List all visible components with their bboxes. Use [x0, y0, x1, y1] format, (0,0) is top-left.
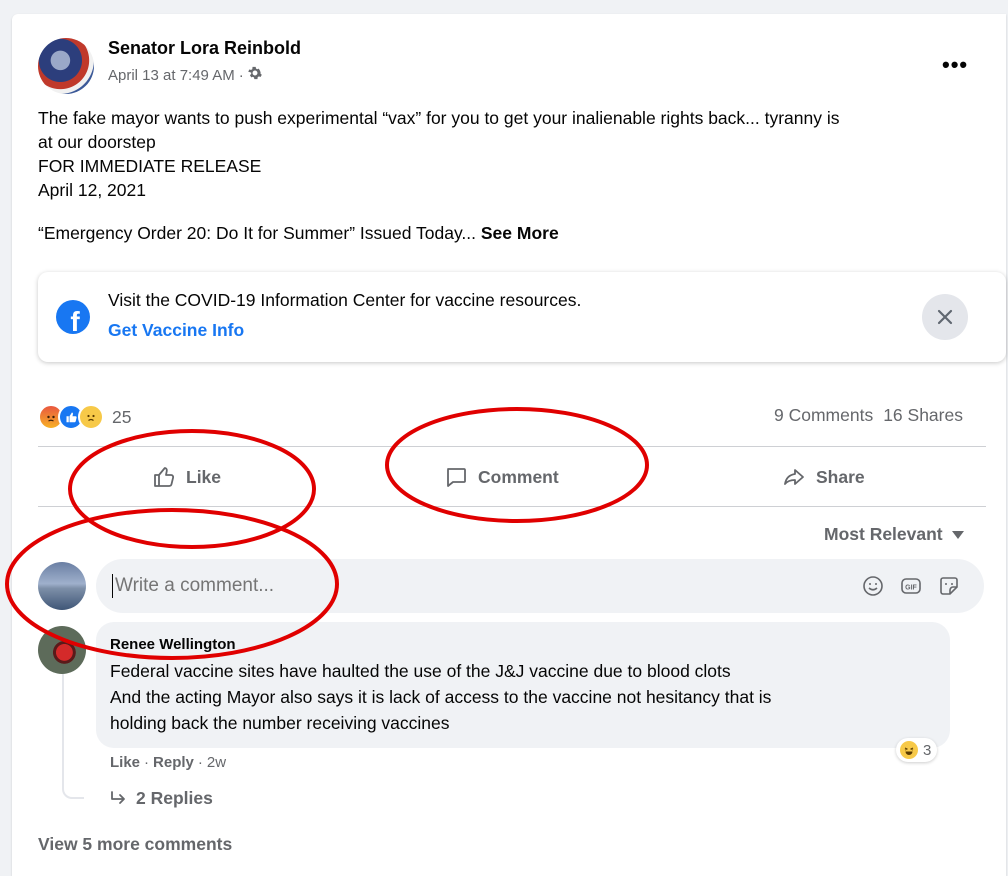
sticker-icon[interactable] [938, 575, 960, 597]
see-more-link[interactable]: See More [481, 223, 559, 243]
comment-icon [447, 468, 466, 487]
comment-input-box[interactable] [96, 559, 984, 613]
gear-icon [247, 66, 262, 84]
comment-text-line: holding back the number receiving vaccin… [110, 713, 450, 733]
separator: · [144, 754, 150, 771]
reaction-count: 25 [112, 406, 132, 427]
comment-reaction-count: 3 [923, 741, 932, 759]
thumbs-up-icon [154, 467, 175, 487]
comment-button[interactable]: Comment [444, 460, 559, 494]
summary-text: “Emergency Order 20: Do It for Summer” I… [38, 223, 476, 243]
emoji-icon[interactable] [862, 575, 884, 597]
share-button[interactable]: Share [782, 460, 865, 494]
comment-text: Federal vaccine sites have haulted the u… [110, 658, 930, 736]
comment-like-link[interactable]: Like [110, 754, 140, 771]
separator: · [197, 754, 203, 771]
more-options-button[interactable]: ••• [942, 52, 968, 78]
shares-count-link[interactable]: 16 Shares [883, 405, 963, 426]
comment-age[interactable]: 2w [207, 754, 226, 771]
write-comment-input[interactable] [112, 574, 717, 598]
like-label: Like [186, 466, 222, 487]
svg-text:GIF: GIF [905, 585, 917, 592]
author-avatar[interactable] [38, 38, 94, 94]
view-more-comments-link[interactable]: View 5 more comments [38, 834, 232, 855]
comment-actions: Like · Reply · 2w [110, 754, 226, 771]
divider [38, 446, 986, 447]
post-card: Senator Lora Reinbold April 13 at 7:49 A… [12, 14, 1006, 876]
comment-bubble: Renee Wellington Federal vaccine sites h… [96, 622, 950, 748]
comment-text-line: And the acting Mayor also says it is lac… [110, 687, 772, 707]
info-text: Visit the COVID-19 Information Center fo… [108, 290, 582, 310]
close-info-button[interactable] [922, 294, 968, 340]
post-summary: “Emergency Order 20: Do It for Summer” I… [38, 223, 559, 244]
gif-icon[interactable]: GIF [900, 575, 922, 597]
post-meta: April 13 at 7:49 AM · [108, 66, 262, 84]
logo-letter: f [70, 306, 80, 334]
view-replies-link[interactable]: 2 Replies [110, 788, 213, 809]
post-text-line: at our doorstep [38, 132, 156, 152]
share-arrow-icon [784, 469, 804, 485]
meta-separator: · [238, 66, 244, 84]
replies-label: 2 Replies [136, 788, 213, 808]
post-stats: 9 Comments 16 Shares [774, 405, 963, 426]
comment-input-icons: GIF [862, 575, 960, 597]
post-text-line: The fake mayor wants to push experimenta… [38, 108, 840, 128]
commenter-avatar[interactable] [38, 626, 86, 674]
author-name[interactable]: Senator Lora Reinbold [108, 38, 301, 59]
post-date[interactable]: April 13 at 7:49 AM [108, 67, 235, 84]
comment-author[interactable]: Renee Wellington [110, 636, 236, 653]
comment-reply-link[interactable]: Reply [153, 754, 194, 771]
caret-down-icon [951, 530, 964, 539]
share-label: Share [816, 466, 865, 487]
comment-reaction-badge[interactable]: 3 [896, 738, 938, 762]
haha-reaction-icon [900, 741, 918, 759]
post-body: The fake mayor wants to push experimenta… [38, 106, 988, 202]
covid-info-box: f Visit the COVID-19 Information Center … [38, 272, 1006, 362]
sad-reaction-icon [78, 404, 104, 430]
comment-label: Comment [478, 466, 559, 487]
reaction-summary[interactable]: 25 [38, 404, 131, 430]
get-vaccine-info-link[interactable]: Get Vaccine Info [108, 320, 244, 341]
reply-thread-line [62, 674, 84, 799]
post-text-line: FOR IMMEDIATE RELEASE [38, 156, 262, 176]
sort-label: Most Relevant [824, 524, 943, 544]
facebook-logo-icon: f [56, 300, 90, 334]
sort-comments-dropdown[interactable]: Most Relevant [824, 524, 965, 545]
divider [38, 506, 986, 507]
reply-arrow-icon [111, 790, 125, 804]
comments-count-link[interactable]: 9 Comments [774, 405, 873, 426]
like-button[interactable]: Like [152, 460, 221, 494]
close-icon [937, 309, 953, 325]
current-user-avatar[interactable] [38, 562, 86, 610]
post-text-line: April 12, 2021 [38, 180, 146, 200]
comment-text-line: Federal vaccine sites have haulted the u… [110, 661, 731, 681]
